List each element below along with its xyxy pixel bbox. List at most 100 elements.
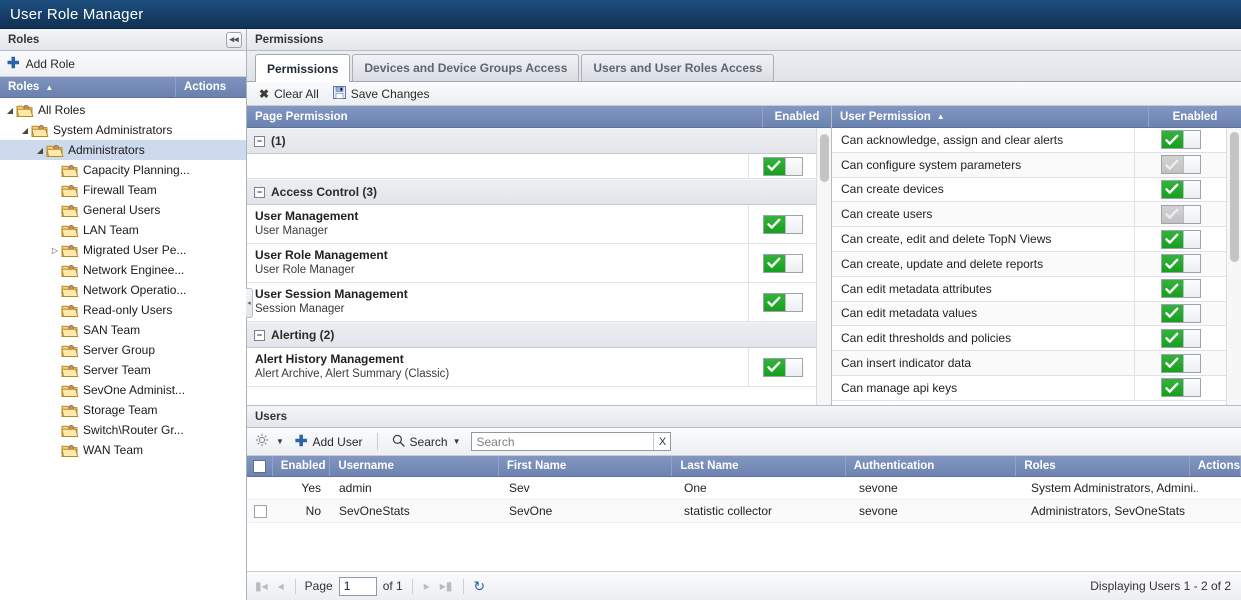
user-permission-toggle[interactable] — [1160, 303, 1201, 323]
role-tree-item[interactable]: ◢ All Roles — [0, 100, 246, 120]
tree-expander-icon[interactable]: ◢ — [34, 146, 46, 155]
users-select-all-cell[interactable] — [247, 456, 273, 476]
role-tree-item[interactable]: Server Team — [0, 360, 246, 380]
user-permission-toggle[interactable] — [1160, 130, 1201, 150]
users-column-header[interactable]: Actions — [1190, 456, 1241, 476]
page-permission-toggle[interactable] — [762, 214, 803, 234]
role-tree-item[interactable]: WAN Team — [0, 440, 246, 460]
users-column-header[interactable]: Roles — [1016, 456, 1190, 476]
user-permission-toggle[interactable] — [1160, 155, 1201, 175]
user-permission-row: Can create, update and delete reports — [832, 251, 1226, 277]
user-search-field[interactable]: X — [471, 432, 672, 451]
page-number-input[interactable] — [338, 576, 377, 596]
permission-group-header[interactable]: − (1) — [247, 128, 816, 154]
role-tree-item[interactable]: Capacity Planning... — [0, 160, 246, 180]
role-tree-item[interactable]: LAN Team — [0, 220, 246, 240]
role-tree-item[interactable]: Switch\Router Gr... — [0, 420, 246, 440]
scrollbar-thumb[interactable] — [1230, 132, 1239, 262]
toggle-knob — [1182, 329, 1200, 347]
user-permission-toggle[interactable] — [1160, 204, 1201, 224]
users-column-header[interactable]: First Name — [499, 456, 673, 476]
tree-expander-icon[interactable]: ◢ — [4, 106, 16, 115]
group-collapse-icon[interactable]: − — [254, 135, 265, 147]
page-permission-toggle[interactable] — [762, 156, 803, 176]
role-tree-item[interactable]: SAN Team — [0, 320, 246, 340]
row-checkbox[interactable] — [253, 504, 267, 518]
page-permission-column-header[interactable]: Page Permission — [247, 106, 763, 127]
role-tree-item-label: WAN Team — [83, 443, 144, 457]
role-tree-item-label: Server Group — [83, 343, 156, 357]
role-tree-item[interactable]: Storage Team — [0, 400, 246, 420]
user-permission-toggle[interactable] — [1160, 328, 1201, 348]
user-permission-toggle[interactable] — [1160, 179, 1201, 199]
gear-icon[interactable] — [255, 433, 269, 450]
gear-dropdown-caret-icon[interactable]: ▼ — [276, 437, 284, 446]
role-tree-item[interactable]: SevOne Administ... — [0, 380, 246, 400]
clear-all-button[interactable]: ✖ Clear All — [255, 87, 323, 101]
search-menu-button[interactable]: Search ▼ — [388, 434, 465, 450]
panel-splitter-handle[interactable]: ◂ — [246, 288, 253, 318]
cell-value: statistic collector — [684, 504, 773, 518]
user-permission-toggle[interactable] — [1160, 378, 1201, 398]
add-user-button[interactable]: ✚ Add User — [291, 434, 367, 449]
users-column-header[interactable]: Authentication — [846, 456, 1017, 476]
role-tree-item[interactable]: Firewall Team — [0, 180, 246, 200]
users-column-header[interactable]: Last Name — [672, 456, 846, 476]
role-tree-item-label: System Administrators — [53, 123, 173, 137]
previous-page-icon[interactable]: ◂ — [276, 579, 286, 593]
save-changes-button[interactable]: Save Changes — [329, 85, 434, 102]
role-tree-item[interactable]: General Users — [0, 200, 246, 220]
pager-separator — [463, 578, 465, 594]
table-row[interactable]: Yes admin Sev One sevone System Administrator… — [247, 477, 1241, 500]
last-page-icon[interactable]: ▸▮ — [438, 579, 455, 593]
tab-users-and-user-roles-access[interactable]: Users and User Roles Access — [581, 54, 775, 81]
role-tree-item-label: Administrators — [68, 143, 145, 157]
first-page-icon[interactable]: ▮◂ — [253, 579, 270, 593]
user-permission-toggle[interactable] — [1160, 353, 1201, 373]
refresh-icon[interactable]: ↻ — [473, 578, 485, 595]
scrollbar-thumb[interactable] — [820, 134, 829, 182]
user-permission-toggle[interactable] — [1160, 229, 1201, 249]
toggle-check-icon — [763, 254, 785, 272]
select-all-checkbox[interactable] — [252, 459, 266, 473]
roles-column-header[interactable]: Roles ▲ — [0, 77, 176, 97]
users-column-header[interactable]: Username — [330, 456, 499, 476]
search-input[interactable] — [472, 433, 654, 450]
tree-expander-icon[interactable]: ◢ — [19, 126, 31, 135]
clear-search-icon[interactable]: X — [653, 433, 671, 450]
cell-value: SevOne — [509, 504, 553, 518]
tab-devices-and-device-groups-access[interactable]: Devices and Device Groups Access — [352, 54, 580, 81]
user-permission-toggle[interactable] — [1160, 254, 1201, 274]
group-collapse-icon[interactable]: − — [254, 186, 265, 198]
user-permission-scrollbar[interactable] — [1226, 128, 1241, 405]
add-role-button[interactable]: ✚ Add Role — [0, 51, 246, 77]
users-column-header[interactable]: Enabled — [273, 456, 331, 476]
page-permission-scrollbar[interactable] — [816, 128, 831, 405]
toggle-check-icon — [763, 215, 785, 233]
permission-group-header[interactable]: − Access Control (3) — [247, 179, 816, 205]
page-permission-toggle[interactable] — [762, 253, 803, 273]
role-folder-icon — [61, 343, 79, 358]
collapse-left-icon[interactable]: ◂◂ — [226, 31, 242, 48]
tab-permissions[interactable]: Permissions — [255, 54, 351, 82]
next-page-icon[interactable]: ▸ — [422, 579, 432, 593]
page-permission-toggle[interactable] — [762, 292, 803, 312]
tree-expander-icon[interactable]: ▷ — [49, 246, 61, 255]
role-tree-item[interactable]: ◢ System Administrators — [0, 120, 246, 140]
row-select-cell[interactable] — [247, 477, 273, 499]
page-permission-toggle[interactable] — [762, 357, 803, 377]
role-tree-item[interactable]: Network Enginee... — [0, 260, 246, 280]
user-permission-toggle[interactable] — [1160, 279, 1201, 299]
page-permission-grid-header: Page Permission Enabled — [247, 106, 831, 128]
user-permission-column-header[interactable]: User Permission ▲ — [832, 106, 1149, 127]
role-tree-item[interactable]: Read-only Users — [0, 300, 246, 320]
group-collapse-icon[interactable]: − — [254, 329, 265, 341]
roles-tree[interactable]: ◢ All Roles ◢ System Administrators ◢ Adminis… — [0, 98, 246, 600]
role-tree-item[interactable]: ▷ Migrated User Pe... — [0, 240, 246, 260]
role-tree-item[interactable]: ◢ Administrators — [0, 140, 246, 160]
table-row[interactable]: No SevOneStats SevOne statistic collector se… — [247, 500, 1241, 523]
role-tree-item[interactable]: Network Operatio... — [0, 280, 246, 300]
row-select-cell[interactable] — [247, 500, 273, 522]
role-tree-item[interactable]: Server Group — [0, 340, 246, 360]
permission-group-header[interactable]: − Alerting (2) — [247, 322, 816, 348]
